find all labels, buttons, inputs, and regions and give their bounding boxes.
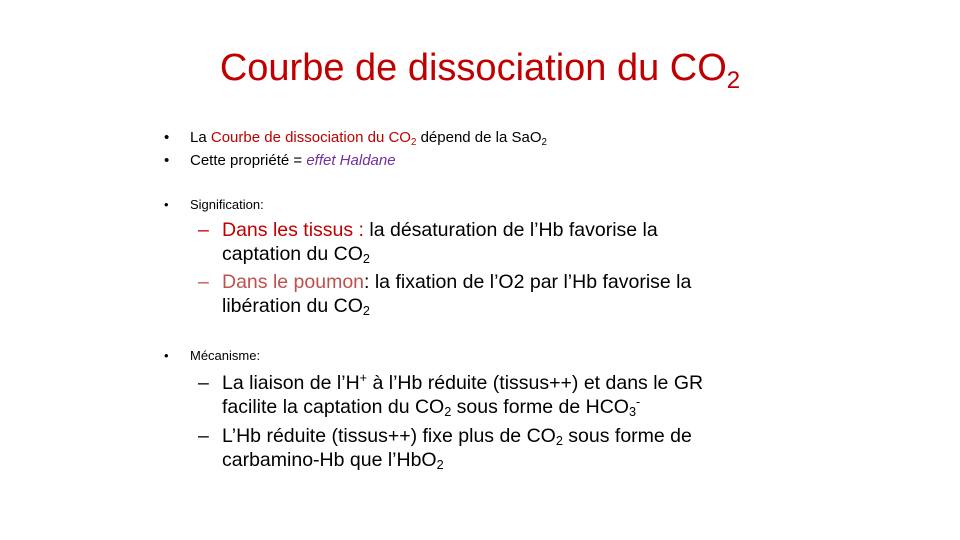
bullet-dot-icon: • (164, 129, 170, 146)
dash-icon: – (198, 271, 209, 293)
highlight-text: Courbe de dissociation du CO (210, 129, 411, 146)
subscript: 2 (541, 137, 547, 148)
highlight-text: Dans les tissus : (222, 219, 364, 241)
subscript: 2 (362, 304, 370, 318)
dash-icon: – (198, 219, 209, 241)
subscript: 2 (555, 434, 563, 448)
item-text: facilite la captation du CO (222, 396, 445, 418)
signification-item-tissus: – Dans les tissus : la désaturation de l… (198, 218, 782, 266)
signification-item-poumon: – Dans le poumon: la fixation de l’O2 pa… (198, 270, 782, 318)
item-text: carbamino-Hb que l’HbO (222, 449, 437, 471)
bullet-dot-icon: • (164, 152, 170, 169)
item-text: L’Hb réduite (tissus++) fixe plus de CO (222, 425, 556, 447)
subscript: 3 (628, 405, 637, 419)
superscript: - (636, 395, 641, 409)
signification-heading: • Signification: (164, 194, 264, 216)
bullet-text: dépend de la SaO (416, 129, 542, 146)
haldane-text: effet Haldane (306, 152, 396, 169)
slide-title: Courbe de dissociation du CO2 (0, 44, 960, 94)
item-text: libération du CO (222, 295, 363, 317)
subscript: 2 (362, 252, 370, 266)
mecanisme-heading: • Mécanisme: (164, 345, 261, 367)
item-text: La liaison de l’H (222, 372, 360, 394)
superscript: + (359, 371, 368, 385)
bullet-dot-icon: • (164, 197, 169, 212)
bullet-dependence: • La Courbe de dissociation du CO 2 dépen… (164, 127, 547, 149)
bullet-text: Cette propriété = (190, 152, 307, 169)
bullet-text: La (190, 129, 211, 146)
item-text: la désaturation de l’Hb favorise la (363, 219, 658, 241)
subscript: 2 (436, 458, 444, 472)
mecanisme-label: Mécanisme: (190, 348, 261, 363)
dash-icon: – (198, 425, 209, 447)
bullet-haldane: • Cette propriété = effet Haldane (164, 150, 396, 172)
mecanisme-item-carbamino: – L’Hb réduite (tissus++) fixe plus de C… (198, 424, 782, 472)
signification-label: Signification: (190, 197, 264, 212)
bullet-dot-icon: • (164, 348, 169, 363)
item-text: sous forme de HCO (451, 396, 629, 418)
item-text: captation du CO (222, 243, 363, 265)
item-text: sous forme de (562, 425, 692, 447)
highlight-text: Dans le poumon (222, 271, 365, 293)
title-subscript: 2 (726, 67, 741, 94)
item-text: : la fixation de l’O2 par l’Hb favorise … (364, 271, 692, 293)
mecanisme-item-h-plus: – La liaison de l’H+ à l’Hb réduite (tis… (198, 371, 782, 419)
title-text: Courbe de dissociation du CO (219, 47, 727, 89)
slide: Courbe de dissociation du CO2 • La Courb… (0, 0, 960, 540)
item-text: à l’Hb réduite (tissus++) et dans le GR (367, 372, 704, 394)
dash-icon: – (198, 372, 209, 394)
